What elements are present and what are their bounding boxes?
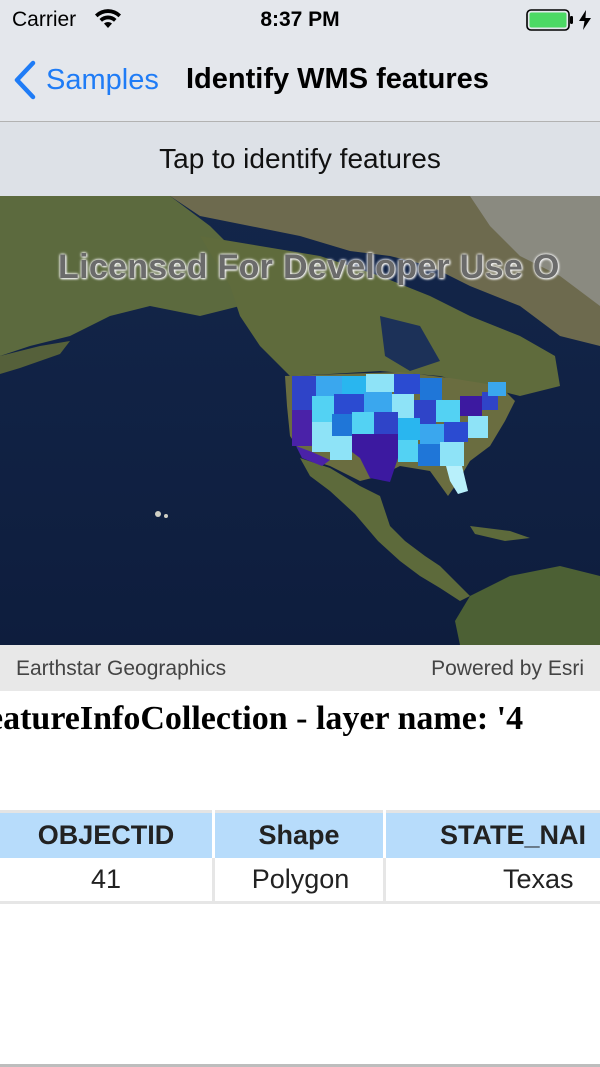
charging-bolt-icon: [579, 10, 591, 30]
column-header-state-name: STATE_NAI: [386, 810, 600, 858]
column-header-shape: Shape: [215, 810, 383, 858]
attribution-source: Earthstar Geographics: [16, 657, 227, 680]
esri-attribution[interactable]: Powered by Esri: [431, 657, 584, 681]
page-title: Identify WMS features: [186, 63, 489, 95]
cell-objectid: 41: [0, 858, 212, 901]
map-view[interactable]: Licensed For Developer Use O: [0, 196, 600, 645]
status-bar: Carrier 8:37 PM: [0, 0, 600, 40]
navigation-bar: Samples Identify WMS features: [0, 40, 600, 122]
back-chevron-icon: [14, 60, 36, 100]
instruction-label: Tap to identify features: [159, 143, 441, 174]
battery-icon: [526, 9, 573, 31]
cell-state-name: Texas: [383, 858, 600, 901]
feature-info-table: OBJECTID Shape STATE_NAI 41 Polygon Texa…: [0, 810, 600, 904]
column-header-objectid: OBJECTID: [0, 810, 212, 858]
table-header-row: OBJECTID Shape STATE_NAI: [0, 810, 600, 858]
table-row: 41 Polygon Texas: [0, 858, 600, 904]
result-heading: eatureInfoCollection - layer name: '4: [0, 700, 524, 737]
map-attribution-bar: Earthstar Geographics Powered by Esri: [0, 645, 600, 691]
back-button-label: Samples: [46, 63, 159, 96]
cell-shape: Polygon: [212, 858, 386, 901]
back-button[interactable]: Samples: [12, 58, 159, 102]
status-time: 8:37 PM: [260, 8, 340, 31]
instruction-bar: Tap to identify features: [0, 122, 600, 196]
license-watermark: Licensed For Developer Use O: [58, 248, 560, 286]
